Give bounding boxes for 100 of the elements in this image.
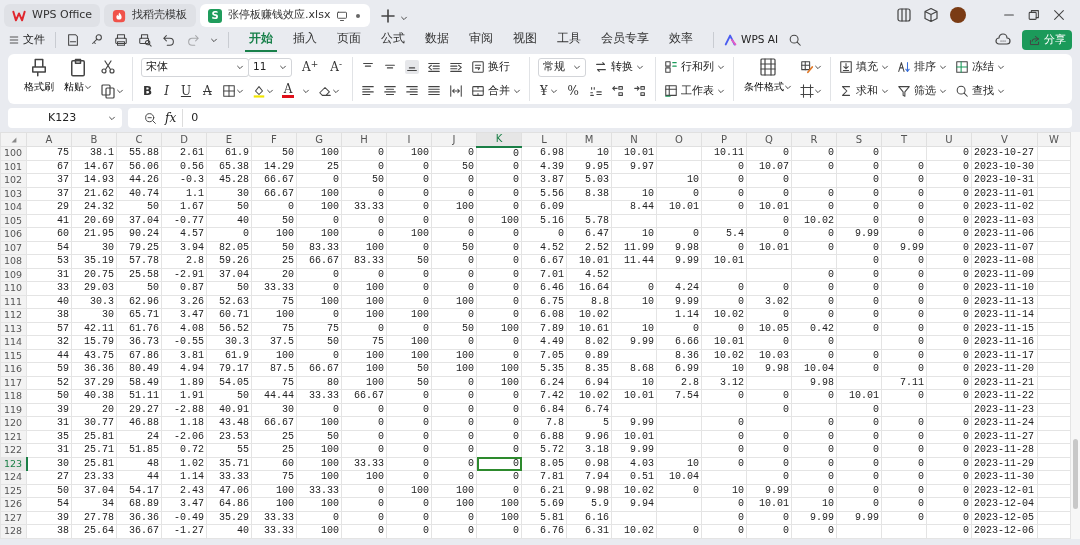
underline-button[interactable]: U: [178, 81, 194, 100]
column-header[interactable]: U: [926, 132, 972, 147]
table-cell: 60: [26, 227, 72, 241]
italic-button[interactable]: I: [162, 81, 171, 100]
percent-button[interactable]: %: [565, 81, 581, 100]
column-header[interactable]: Q: [746, 132, 792, 147]
merge-button[interactable]: 合并: [470, 82, 521, 99]
column-header[interactable]: G: [296, 132, 342, 147]
table-cell: 100: [296, 497, 342, 511]
table-cell: 39: [26, 403, 72, 417]
table-cell: 66.67: [341, 389, 387, 403]
table-cell: 50: [116, 281, 162, 295]
column-header[interactable]: O: [656, 132, 702, 147]
table-cell: 0: [296, 214, 342, 228]
ribbon-tab[interactable]: 开始: [245, 28, 277, 52]
worksheet-button[interactable]: 工作表: [664, 82, 725, 99]
table-cell: 0: [476, 295, 522, 309]
rows-columns-button[interactable]: 行和列: [664, 59, 725, 76]
table-cell: 0: [836, 457, 882, 471]
column-header[interactable]: H: [341, 132, 387, 147]
strikethrough-button[interactable]: A: [201, 81, 214, 100]
column-header[interactable]: I: [386, 132, 432, 147]
ribbon-tab[interactable]: 审阅: [465, 28, 497, 52]
shrink-font-button[interactable]: A$^{-}$: [328, 58, 344, 77]
table-cell: 10: [566, 146, 612, 160]
paste-button[interactable]: 粘贴: [62, 57, 94, 101]
table-cell: -0.77: [161, 214, 207, 228]
font-name-field[interactable]: 宋体: [141, 57, 249, 77]
column-header[interactable]: E: [206, 132, 252, 147]
ribbon-tab[interactable]: 效率: [665, 28, 697, 52]
bold-button[interactable]: B: [141, 81, 155, 100]
filter-button[interactable]: 筛选: [897, 82, 947, 99]
file-menu[interactable]: 文件: [8, 32, 45, 48]
table-cell: 0: [521, 227, 567, 241]
column-header[interactable]: N: [611, 132, 657, 147]
table-cell: 35: [26, 430, 72, 444]
ribbon-tab[interactable]: 公式: [377, 28, 409, 52]
column-header[interactable]: C: [116, 132, 162, 147]
share-button[interactable]: 分享: [1022, 29, 1072, 51]
table-cell: 0: [431, 470, 477, 484]
fill-button[interactable]: 填充: [839, 59, 889, 76]
column-header[interactable]: R: [791, 132, 837, 147]
table-cell: 9.98: [656, 241, 702, 255]
sum-button[interactable]: 求和: [839, 82, 889, 99]
wrap-text-button[interactable]: 换行: [470, 59, 510, 76]
table-cell: 100: [341, 470, 387, 484]
sort-button[interactable]: 排序: [897, 59, 947, 76]
font-size-field[interactable]: 11: [248, 57, 292, 77]
ribbon-tab[interactable]: 页面: [333, 28, 365, 52]
column-header[interactable]: F: [251, 132, 297, 147]
window-tab[interactable]: WPS Office: [4, 4, 101, 27]
column-header[interactable]: J: [431, 132, 477, 147]
currency-button[interactable]: ¥: [537, 81, 550, 100]
column-header[interactable]: A: [26, 132, 72, 147]
table-cell: 0: [926, 160, 972, 174]
window-tab[interactable]: 找稻壳模板: [104, 4, 197, 27]
table-cell: 0: [926, 457, 972, 471]
table-cell: 0: [431, 214, 477, 228]
column-header[interactable]: S: [836, 132, 882, 147]
ribbon-tab[interactable]: 会员专享: [597, 28, 653, 52]
format-painter-button[interactable]: 格式刷: [22, 57, 56, 101]
column-header[interactable]: M: [566, 132, 612, 147]
window-tab[interactable]: S 张停板赚钱效应.xlsx: [200, 4, 370, 27]
column-header[interactable]: T: [881, 132, 927, 147]
function-button[interactable]: fx: [165, 109, 184, 127]
column-header[interactable]: D: [161, 132, 207, 147]
table-cell: 0: [431, 443, 477, 457]
column-header[interactable]: P: [701, 132, 747, 147]
table-cell: 1.67: [161, 200, 207, 214]
table-cell: 4.57: [161, 227, 207, 241]
ribbon-tab[interactable]: 数据: [421, 28, 453, 52]
table-cell: 10.04: [656, 470, 702, 484]
table-cell: 0: [746, 214, 792, 228]
table-cell: 0: [926, 173, 972, 187]
freeze-button[interactable]: 冻结: [955, 59, 1005, 76]
column-header[interactable]: B: [71, 132, 117, 147]
table-cell: 0: [431, 335, 477, 349]
table-cell: 40: [26, 295, 72, 309]
formula-field[interactable]: fx 0: [128, 108, 1072, 128]
grow-font-button[interactable]: A$^{+}$: [300, 58, 321, 77]
find-button[interactable]: 查找: [955, 82, 1005, 99]
table-cell: 14.93: [71, 173, 117, 187]
conditional-format-button[interactable]: 条件格式: [742, 57, 794, 101]
ribbon-tab[interactable]: 工具: [553, 28, 585, 52]
table-cell: 10.02: [566, 389, 612, 403]
ai-button[interactable]: WPS AI: [724, 32, 778, 48]
column-header[interactable]: L: [521, 132, 567, 147]
convert-button[interactable]: 转换: [593, 59, 644, 76]
table-cell: 25.58: [116, 268, 162, 282]
ribbon-tab[interactable]: 插入: [289, 28, 321, 52]
column-header[interactable]: V: [971, 132, 1038, 147]
table-cell: 0: [341, 497, 387, 511]
table-cell: 10: [611, 227, 657, 241]
column-header[interactable]: K: [476, 132, 522, 147]
font-color-button[interactable]: A: [281, 83, 295, 99]
column-header[interactable]: W: [1037, 132, 1071, 147]
number-format-field[interactable]: 常规: [537, 57, 586, 77]
table-cell: 6.21: [521, 484, 567, 498]
ribbon-tab[interactable]: 视图: [509, 28, 541, 52]
name-box[interactable]: K123: [8, 108, 122, 128]
